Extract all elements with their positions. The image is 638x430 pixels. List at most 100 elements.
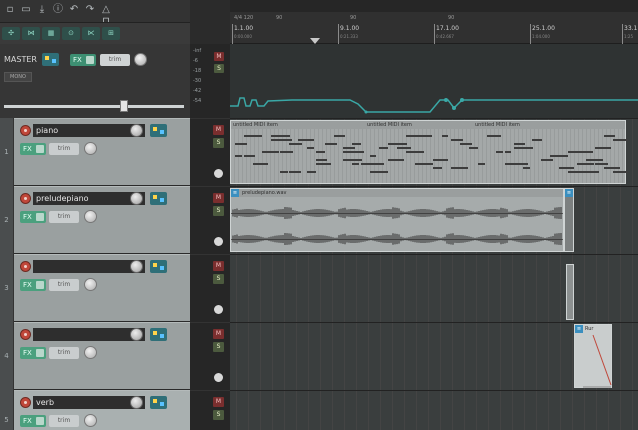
midi-note[interactable] — [514, 163, 528, 165]
midi-note[interactable] — [604, 135, 615, 137]
midi-note[interactable] — [325, 143, 337, 145]
midi-note[interactable] — [307, 171, 316, 173]
track-name-field[interactable] — [33, 260, 145, 273]
tempo-marker[interactable]: 4/4 120 — [234, 15, 253, 21]
track-name-field[interactable] — [33, 328, 145, 341]
reverb-item[interactable]: ≡ Rur — [574, 324, 612, 388]
master-mute-button[interactable]: M — [214, 52, 224, 61]
track-trim-button[interactable]: trim — [49, 211, 79, 223]
master-trim-button[interactable]: trim — [100, 54, 130, 66]
midi-note[interactable] — [370, 155, 376, 157]
track-fx-button[interactable]: FX — [20, 279, 46, 291]
track-volume-knob[interactable] — [130, 260, 143, 273]
midi-note[interactable] — [505, 151, 511, 153]
midi-note[interactable] — [262, 151, 271, 153]
undo-icon[interactable]: ↶ — [68, 4, 80, 16]
record-arm-button[interactable] — [20, 397, 31, 408]
track-solo-button[interactable]: S — [213, 206, 224, 216]
midi-note[interactable] — [514, 147, 533, 149]
volume-envelope[interactable] — [230, 44, 638, 118]
track-solo-button[interactable]: S — [213, 274, 224, 284]
midi-note[interactable] — [352, 163, 359, 165]
redo-icon[interactable]: ↷ — [84, 4, 96, 16]
record-arm-button[interactable] — [20, 193, 31, 204]
master-fx-button[interactable]: FX — [70, 54, 96, 66]
midi-note[interactable] — [424, 135, 432, 137]
tempo-marker[interactable]: 90 — [276, 15, 282, 21]
arrange-view[interactable]: untitled MIDI item untitled MIDI item un… — [230, 44, 638, 430]
midi-note[interactable] — [523, 167, 530, 169]
master-pan-slider[interactable] — [4, 105, 184, 108]
master-envelope-lane[interactable] — [230, 44, 638, 118]
midi-note[interactable] — [442, 135, 448, 137]
midi-note[interactable] — [604, 167, 620, 169]
track-route-icon[interactable] — [150, 260, 167, 273]
track-volume-knob[interactable] — [130, 396, 143, 409]
track-route-icon[interactable] — [150, 328, 167, 341]
track-pan-knob[interactable] — [84, 210, 97, 223]
track-mute-button[interactable]: M — [213, 397, 224, 407]
track-phase-button[interactable] — [214, 169, 223, 178]
midi-note[interactable] — [388, 143, 407, 145]
envelope-lock-button[interactable]: ⊙ — [62, 27, 80, 40]
track-solo-button[interactable]: S — [213, 138, 224, 148]
track-fx-button[interactable]: FX — [20, 415, 46, 427]
track-pan-knob[interactable] — [84, 278, 97, 291]
midi-note[interactable] — [280, 139, 292, 141]
midi-note[interactable] — [586, 151, 593, 153]
tempo-marker[interactable]: 90 — [350, 15, 356, 21]
midi-item[interactable]: untitled MIDI item untitled MIDI item un… — [230, 120, 628, 184]
track-name-field[interactable]: preludepiano — [33, 192, 145, 205]
new-project-icon[interactable]: ▫ — [4, 4, 16, 16]
midi-note[interactable] — [469, 147, 478, 149]
midi-note[interactable] — [271, 135, 290, 137]
auto-crossfade-button[interactable]: ⋉ — [82, 27, 100, 40]
tempo-marker[interactable]: 90 — [448, 15, 454, 21]
midi-note[interactable] — [550, 155, 561, 157]
track-pan-knob[interactable] — [84, 414, 97, 427]
track-fx-button[interactable]: FX — [20, 347, 46, 359]
midi-note[interactable] — [433, 167, 441, 169]
midi-note[interactable] — [586, 171, 599, 173]
master-route-icon[interactable] — [42, 53, 59, 66]
track-solo-button[interactable]: S — [213, 410, 224, 420]
track-mute-button[interactable]: M — [213, 125, 224, 135]
track-fx-button[interactable]: FX — [20, 143, 46, 155]
track-pan-knob[interactable] — [84, 142, 97, 155]
track-mute-button[interactable]: M — [213, 261, 224, 271]
midi-note[interactable] — [613, 139, 628, 141]
midi-note[interactable] — [460, 143, 472, 145]
master-pan-slider-handle[interactable] — [120, 100, 128, 112]
record-arm-button[interactable] — [20, 125, 31, 136]
track-mute-button[interactable]: M — [213, 193, 224, 203]
midi-note[interactable] — [388, 159, 404, 161]
midi-note[interactable] — [316, 163, 331, 165]
track-header[interactable]: FX trim — [14, 254, 190, 321]
midi-note[interactable] — [253, 163, 268, 165]
midi-note[interactable] — [595, 147, 611, 149]
record-arm-button[interactable] — [20, 261, 31, 272]
track-volume-knob[interactable] — [130, 328, 143, 341]
track-pan-knob[interactable] — [84, 346, 97, 359]
midi-note[interactable] — [370, 163, 384, 165]
midi-note[interactable] — [559, 167, 574, 169]
midi-note[interactable] — [487, 135, 501, 137]
midi-note[interactable] — [379, 147, 388, 149]
midi-note[interactable] — [289, 143, 302, 145]
midi-note[interactable] — [496, 151, 503, 153]
track-header[interactable]: FX trim — [14, 322, 190, 389]
midi-note[interactable] — [289, 171, 301, 173]
master-volume-knob[interactable] — [134, 53, 147, 66]
track-header[interactable]: verb FX trim — [14, 390, 190, 430]
project-settings-icon[interactable]: ⓘ — [52, 4, 64, 16]
record-arm-button[interactable] — [20, 329, 31, 340]
track-trim-button[interactable]: trim — [49, 415, 79, 427]
grid-button[interactable]: ▦ — [42, 27, 60, 40]
track-volume-knob[interactable] — [130, 124, 143, 137]
midi-note[interactable] — [244, 155, 255, 157]
midi-note[interactable] — [532, 139, 542, 141]
track-name-field[interactable]: piano — [33, 124, 145, 137]
track-trim-button[interactable]: trim — [49, 143, 79, 155]
audio-item-small[interactable] — [566, 264, 574, 320]
audio-item-tail[interactable]: ≡ — [564, 188, 574, 252]
